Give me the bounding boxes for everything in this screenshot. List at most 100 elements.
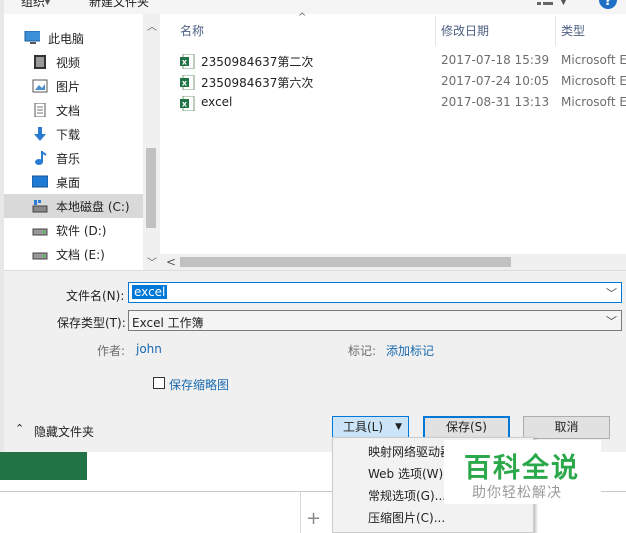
column-header-type[interactable]: 类型 <box>561 22 585 39</box>
plus-icon[interactable]: + <box>306 508 321 529</box>
documents-icon <box>34 103 46 117</box>
nav-item-label: 音乐 <box>56 152 81 166</box>
new-folder-button[interactable]: 新建文件夹 <box>89 0 149 10</box>
chevron-up-icon[interactable]: ⌃ <box>15 422 24 435</box>
tags-value[interactable]: 添加标记 <box>386 342 434 359</box>
download-icon <box>34 127 46 141</box>
file-modified: 2017-08-31 13:13 <box>441 95 550 109</box>
savetype-value: Excel 工作簿 <box>132 316 204 330</box>
file-modified: 2017-07-24 10:05 <box>441 74 550 88</box>
chevron-down-icon[interactable]: ﹀ <box>147 254 157 269</box>
tools-label: 工具(L) <box>343 420 384 434</box>
svg-text:x: x <box>182 100 188 109</box>
file-name: excel <box>201 95 233 109</box>
nav-item-drive-e[interactable]: 文档 (E:) <box>4 242 143 266</box>
excel-file-icon: x <box>180 96 195 111</box>
save-thumbnail-label[interactable]: 保存缩略图 <box>169 376 229 393</box>
cancel-button[interactable]: 取消 <box>523 416 610 439</box>
file-row[interactable]: x 2350984637第二次 2017-07-18 15:39 Microso… <box>160 51 626 72</box>
svg-text:?: ? <box>604 0 612 9</box>
filename-label: 文件名(N): <box>66 289 125 303</box>
nav-item-label: 本地磁盘 (C:) <box>56 200 130 214</box>
author-value[interactable]: john <box>136 342 162 356</box>
savetype-label: 保存类型(T): <box>57 316 126 330</box>
chevron-left-icon[interactable]: < <box>166 255 176 269</box>
menu-item-compress-pictures[interactable]: 压缩图片(C)... <box>334 507 532 529</box>
file-name: 2350984637第六次 <box>201 76 314 90</box>
nav-item-videos[interactable]: 视频 <box>4 50 143 74</box>
excel-file-icon: x <box>180 75 195 90</box>
nav-item-label: 下载 <box>56 128 81 142</box>
pictures-icon <box>32 79 48 93</box>
chevron-down-icon: ▼ <box>395 422 402 432</box>
nav-item-pictures[interactable]: 图片 <box>4 74 143 98</box>
organize-dropdown-icon: ▼ <box>44 0 51 7</box>
sheet-separator <box>300 492 301 533</box>
dialog-toolbar: 组织 ▼ 新建文件夹 ▼ ? <box>4 0 626 14</box>
desktop-icon <box>32 175 48 188</box>
nav-item-label: 软件 (D:) <box>56 224 107 238</box>
chevron-down-icon[interactable]: ﹀ <box>606 285 617 301</box>
file-type: Microsoft E <box>561 95 626 109</box>
nav-item-label: 图片 <box>56 80 81 94</box>
filename-input[interactable]: excel ﹀ <box>128 282 622 303</box>
nav-item-label: 视频 <box>56 56 81 70</box>
view-icon[interactable] <box>537 0 553 5</box>
nav-item-label: 文档 (E:) <box>56 248 105 262</box>
pane-divider <box>4 270 626 271</box>
nav-item-desktop[interactable]: 桌面 <box>4 170 143 194</box>
music-icon <box>35 151 47 165</box>
excel-window-strip <box>0 452 87 480</box>
scrollbar-thumb[interactable] <box>180 257 511 267</box>
nav-item-drive-c[interactable]: 本地磁盘 (C:) <box>4 194 143 218</box>
chevron-up-icon[interactable]: ︿ <box>147 18 157 33</box>
save-button[interactable]: 保存(S) <box>423 416 510 439</box>
drive-icon <box>32 228 48 236</box>
file-row[interactable]: x 2350984637第六次 2017-07-24 10:05 Microso… <box>160 72 626 93</box>
file-name: 2350984637第二次 <box>201 55 314 69</box>
nav-item-drive-d[interactable]: 软件 (D:) <box>4 218 143 242</box>
svg-text:x: x <box>182 58 188 67</box>
file-row[interactable]: x excel 2017-08-31 13:13 Microsoft E <box>160 93 626 114</box>
nav-item-this-pc[interactable]: 此电脑 <box>4 26 143 50</box>
video-icon <box>34 55 46 69</box>
nav-item-downloads[interactable]: 下载 <box>4 122 143 146</box>
file-type: Microsoft E <box>561 53 626 67</box>
sort-arrow-icon: ^ <box>298 12 307 23</box>
help-icon[interactable]: ? <box>598 0 618 10</box>
chevron-down-icon[interactable]: ﹀ <box>606 313 617 329</box>
tags-label: 标记: <box>348 344 377 358</box>
file-modified: 2017-07-18 15:39 <box>441 53 550 67</box>
watermark: 百科全说 助你轻松解决 <box>444 440 601 504</box>
hide-folders-button[interactable]: 隐藏文件夹 <box>34 423 94 440</box>
view-dropdown-icon[interactable]: ▼ <box>560 0 567 7</box>
nav-item-label: 此电脑 <box>48 32 85 46</box>
nav-item-label: 桌面 <box>56 176 81 190</box>
filename-value: excel <box>132 285 168 299</box>
navigation-pane: 此电脑 视频 图片 文档 下载 音乐 桌面 本地磁盘 (C:) 软件 (D:) … <box>4 14 159 270</box>
scrollbar-thumb[interactable] <box>146 148 156 228</box>
column-separator[interactable] <box>435 16 436 46</box>
savetype-select[interactable]: Excel 工作簿 ﹀ <box>128 310 622 331</box>
file-list: ^ 名称 修改日期 类型 x 2350984637第二次 2017-07-18 … <box>160 12 626 270</box>
svg-text:x: x <box>182 79 188 88</box>
author-label: 作者: <box>97 344 126 358</box>
file-list-horizontal-scrollbar[interactable]: < <box>160 254 626 270</box>
tools-button[interactable]: 工具(L) ▼ <box>332 416 409 439</box>
save-thumbnail-checkbox[interactable] <box>153 377 165 389</box>
pc-icon <box>24 31 40 44</box>
nav-item-music[interactable]: 音乐 <box>4 146 143 170</box>
column-header-modified[interactable]: 修改日期 <box>441 22 489 39</box>
column-separator[interactable] <box>555 16 556 46</box>
nav-item-label: 文档 <box>56 104 81 118</box>
file-type: Microsoft E <box>561 74 626 88</box>
column-header-name[interactable]: 名称 <box>180 22 204 39</box>
nav-item-documents[interactable]: 文档 <box>4 98 143 122</box>
excel-file-icon: x <box>180 54 195 69</box>
watermark-title: 百科全说 <box>464 453 580 484</box>
drive-icon <box>32 200 48 213</box>
nav-vertical-scrollbar[interactable]: ︿ ﹀ <box>143 14 159 270</box>
drive-icon <box>32 252 48 260</box>
organize-button[interactable]: 组织 <box>21 0 45 10</box>
watermark-subtitle: 助你轻松解决 <box>472 485 562 501</box>
